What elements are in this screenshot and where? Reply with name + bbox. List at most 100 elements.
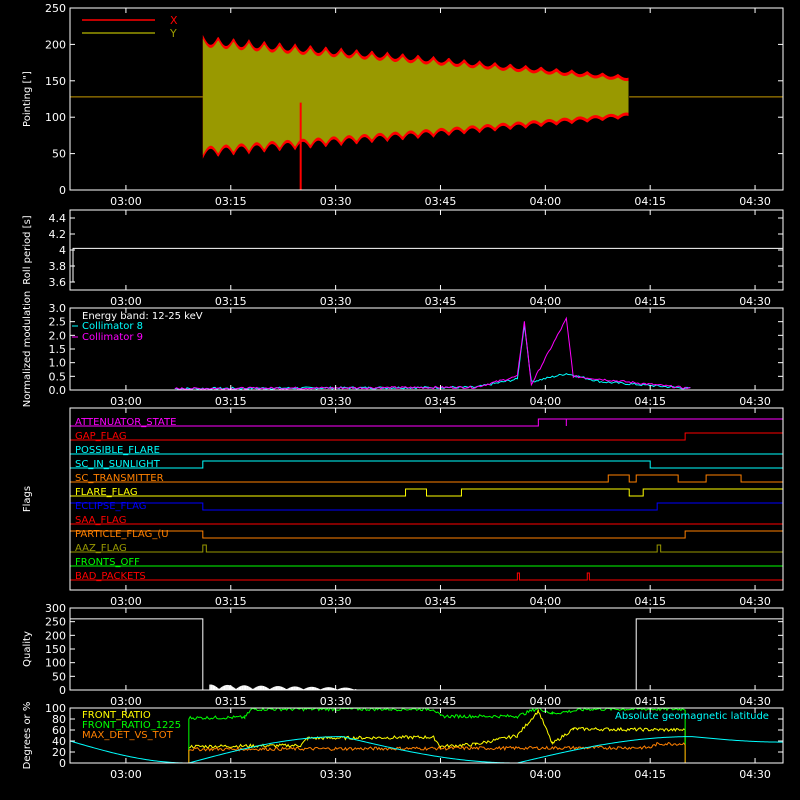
y-tick-label: 0 [59,184,66,197]
y-tick-label: 3.6 [49,276,67,289]
y-tick-label: 1.5 [49,343,67,356]
flag-label: SC_IN_SUNLIGHT [75,459,161,470]
y-tick-label: 4.4 [49,212,67,225]
flag-label: PARTICLE_FLAG_(U [75,529,169,540]
x-tick-label: 04:00 [529,395,561,408]
y-axis-label: Normalized modulation [22,291,33,408]
x-tick-label: 03:00 [110,595,142,608]
y-tick-label: 4.2 [49,228,67,241]
legend-label: Collimator 9 [82,332,143,343]
series-line-X [69,96,203,190]
flag-label: ECLIPSE_FLAG [75,501,146,512]
x-tick-label: 04:15 [634,295,666,308]
y-tick-label: 50 [52,148,66,161]
x-tick-label: 03:15 [215,295,247,308]
y-tick-label: 250 [45,2,66,15]
roll-line [72,247,783,282]
y-tick-label: 100 [45,111,66,124]
x-tick-label: 03:15 [215,695,247,708]
x-tick-label: 04:30 [739,195,771,208]
x-tick-label: 04:15 [634,395,666,408]
x-tick-label: 04:00 [529,195,561,208]
x-tick-label: 04:30 [739,768,771,781]
quality-panel: 03:00 03:15 03:30 03:45 04:00 04:15 04:30 Quali… [22,602,784,708]
x-tick-label: 03:15 [215,768,247,781]
flag-line-sc_in_sunlight [70,460,783,469]
flag-label: FRONTS_OFF [75,557,140,568]
x-tick-label: 04:30 [739,595,771,608]
series-line-collimator-9 [174,316,691,391]
y-axis-label: Roll period [s] [22,215,33,284]
x-tick-label: 04:30 [739,295,771,308]
ratios-panel: 03:00 03:15 03:30 03:45 04:00 04:15 04:30 Degre… [22,702,784,781]
legend-label: MAX_DET_VS_TOT [82,730,174,741]
x-tick-label: 03:00 [110,768,142,781]
flag-label: AAZ_FLAG [75,543,127,554]
x-tick-label: 04:15 [634,768,666,781]
series-line-front_ratio [188,709,686,763]
panel-frame [69,607,784,691]
flag-line-sc_transmitter [70,474,783,483]
y-tick-label: 3.8 [49,260,67,273]
pointing-panel: 03:00 03:15 03:30 03:45 04:00 04:15 04:30 Point… [22,2,784,208]
modulation-panel: 03:00 03:15 03:30 03:45 04:00 04:15 04:30 Norma… [22,291,784,408]
x-tick-label: 03:45 [425,595,457,608]
flag-line-gap_flag [70,432,784,441]
x-tick-label: 04:30 [739,395,771,408]
x-tick-label: 04:15 [634,195,666,208]
x-tick-label: 04:00 [529,295,561,308]
legend-label: X [170,14,178,27]
y-tick-label: 150 [45,75,66,88]
y-tick-label: 3.0 [49,302,67,315]
flag-line-eclipse_flag [69,502,784,511]
x-tick-label: 03:30 [320,768,352,781]
rhessi-quicklook-chart: 03:00 03:15 03:30 03:45 04:00 04:15 04:30 Point… [22,2,784,781]
y-tick-label: 2.0 [49,329,67,342]
roll-panel: 03:00 03:15 03:30 03:45 04:00 04:15 04:30 Roll … [22,209,784,308]
x-tick-label: 03:30 [320,195,352,208]
x-tick-label: 04:30 [739,695,771,708]
flag-label: FLARE_FLAG [75,487,138,498]
flag-label: SAA_FLAG [75,515,126,526]
flag-line-bad_packets [70,572,783,581]
legend-label: Collimator 8 [82,321,143,332]
flag-label: BAD_PACKETS [75,571,146,582]
series-line-front_ratio_1225 [188,706,686,763]
y-tick-label: 50 [52,670,66,683]
y-axis-label: Degrees or % [22,702,33,770]
x-tick-label: 03:45 [425,695,457,708]
x-tick-label: 03:30 [320,395,352,408]
y-axis-label: Flags [22,486,33,512]
flag-line-flare_flag [70,488,784,497]
x-tick-label: 03:30 [320,595,352,608]
flag-label: SC_TRANSMITTER [75,473,164,484]
x-tick-label: 03:45 [425,295,457,308]
y-axis-label: Quality [22,631,33,667]
y-tick-label: 200 [45,629,66,642]
y-tick-label: 0 [59,684,66,697]
x-tick-label: 03:15 [215,195,247,208]
y-tick-label: 4 [59,244,66,257]
quality-line [69,618,783,691]
flag-line-aaz_flag [70,544,783,553]
x-tick-label: 03:00 [110,295,142,308]
geomagnetic-latitude-annotation: Absolute geomagnetic latitude [615,711,769,722]
flag-label: POSSIBLE_FLARE [75,445,160,456]
x-tick-label: 04:00 [529,595,561,608]
y-tick-label: 0.0 [49,384,67,397]
x-tick-label: 04:15 [634,695,666,708]
flags-panel: ATTENUATOR_STATE GAP_FLAG POSSIBLE_FLARE SC… [22,407,784,608]
x-tick-label: 03:00 [110,695,142,708]
panel-frame [69,209,784,291]
flag-label: GAP_FLAG [75,431,127,442]
y-tick-label: 100 [45,657,66,670]
y-tick-label: 100 [45,702,66,715]
y-tick-label: 2.5 [49,316,67,329]
legend-label: Y [169,27,177,40]
series-line-Y [69,96,203,190]
y-tick-label: 1.0 [49,357,67,370]
flag-label: ATTENUATOR_STATE [75,417,176,428]
x-tick-label: 03:45 [425,768,457,781]
series-line-collimator-8 [174,324,691,391]
y-axis-label: Pointing ["] [22,71,33,127]
